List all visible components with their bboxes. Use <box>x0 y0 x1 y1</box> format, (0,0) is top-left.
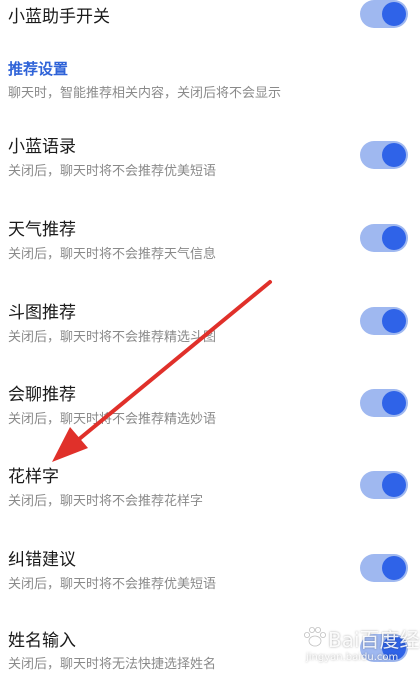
watermark-brand: Bai百度经验 <box>328 628 420 652</box>
setting-title: 斗图推荐 <box>8 303 76 323</box>
toggle-knob <box>382 2 406 26</box>
setting-row-weather[interactable]: 天气推荐 关闭后，聊天时将不会推荐天气信息 <box>0 211 420 271</box>
weather-toggle[interactable] <box>360 224 408 252</box>
setting-title: 小蓝语录 <box>8 137 76 157</box>
settings-screen: 小蓝助手开关 推荐设置 聊天时，智能推荐相关内容，关闭后将不会显示 小蓝语录 关… <box>0 0 420 680</box>
recommend-section-header: 推荐设置 聊天时，智能推荐相关内容，关闭后将不会显示 <box>0 52 420 104</box>
toggle-knob <box>382 473 406 497</box>
toggle-knob <box>382 226 406 250</box>
chat-suggest-toggle[interactable] <box>360 389 408 417</box>
setting-description: 关闭后，聊天时将无法快捷选择姓名 <box>8 657 217 672</box>
setting-description: 关闭后，聊天时将不会推荐花样字 <box>8 494 204 509</box>
setting-row-sticker[interactable]: 斗图推荐 关闭后，聊天时将不会推荐精选斗图 <box>0 294 420 354</box>
setting-row-xiaolan-quotes[interactable]: 小蓝语录 关闭后，聊天时将不会推荐优美短语 <box>0 128 420 188</box>
toggle-knob <box>382 309 406 333</box>
master-toggle-switch[interactable] <box>360 0 408 28</box>
setting-description: 关闭后，聊天时将不会推荐优美短语 <box>8 164 217 179</box>
master-toggle-title: 小蓝助手开关 <box>8 7 110 27</box>
setting-description: 关闭后，聊天时将不会推荐精选斗图 <box>8 330 217 345</box>
setting-description: 关闭后，聊天时将不会推荐天气信息 <box>8 247 217 262</box>
setting-description: 关闭后，聊天时将不会推荐精选妙语 <box>8 412 217 427</box>
fancy-text-toggle[interactable] <box>360 471 408 499</box>
setting-title: 花样字 <box>8 467 59 487</box>
toggle-knob <box>382 556 406 580</box>
setting-row-chat-suggest[interactable]: 会聊推荐 关闭后，聊天时将不会推荐精选妙语 <box>0 376 420 436</box>
section-description: 聊天时，智能推荐相关内容，关闭后将不会显示 <box>8 86 282 101</box>
toggle-knob <box>382 143 406 167</box>
toggle-knob <box>382 391 406 415</box>
xiaolan-quotes-toggle[interactable] <box>360 141 408 169</box>
setting-description: 关闭后，聊天时将不会推荐优美短语 <box>8 577 217 592</box>
setting-title: 姓名输入 <box>8 631 76 651</box>
setting-title: 天气推荐 <box>8 220 76 240</box>
correction-toggle[interactable] <box>360 554 408 582</box>
section-title: 推荐设置 <box>8 60 69 78</box>
baidu-jingyan-watermark: Bai百度经验 jingyan.baidu.com <box>300 622 420 676</box>
master-toggle-row[interactable]: 小蓝助手开关 <box>0 0 420 40</box>
paw-icon <box>304 627 326 647</box>
sticker-toggle[interactable] <box>360 307 408 335</box>
setting-title: 纠错建议 <box>8 550 76 570</box>
setting-row-fancy-text[interactable]: 花样字 关闭后，聊天时将不会推荐花样字 <box>0 458 420 518</box>
setting-row-correction[interactable]: 纠错建议 关闭后，聊天时将不会推荐优美短语 <box>0 541 420 601</box>
watermark-url: jingyan.baidu.com <box>306 652 399 663</box>
setting-title: 会聊推荐 <box>8 385 76 405</box>
